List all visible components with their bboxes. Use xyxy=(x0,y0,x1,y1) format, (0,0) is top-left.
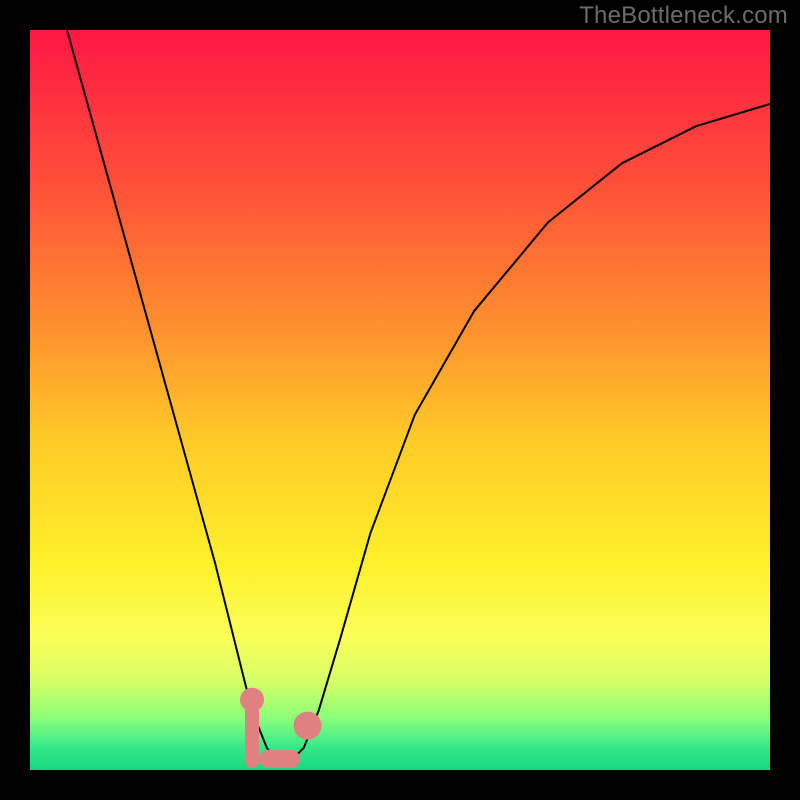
gradient-background xyxy=(30,30,770,770)
marker-left-dot xyxy=(240,688,264,712)
chart-svg xyxy=(30,30,770,770)
marker-right-blob xyxy=(294,712,322,740)
watermark-text: TheBottleneck.com xyxy=(579,2,788,30)
plot-area xyxy=(30,30,770,770)
chart-frame: TheBottleneck.com xyxy=(0,0,800,800)
marker-bar xyxy=(259,750,300,768)
